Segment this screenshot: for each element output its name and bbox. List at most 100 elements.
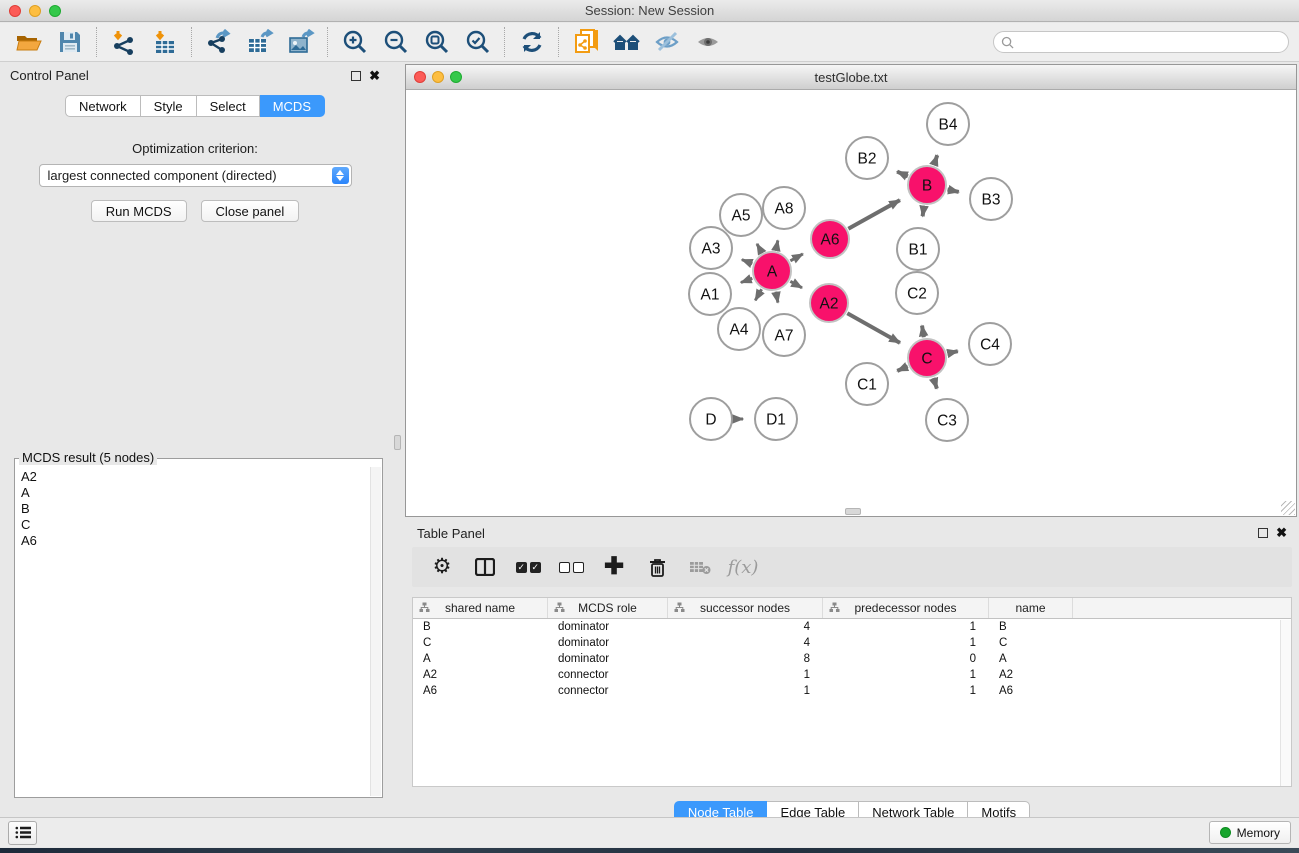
node-D1[interactable]: D1 [755,398,797,440]
edge-A6-B[interactable] [848,200,900,229]
network-graph[interactable]: B4B2BB3A5A8A6B1A3AC2A1A2A4A7CC4C1C3DD1 [406,91,1296,516]
cell-MCDS-role[interactable]: dominator [548,653,668,665]
node-A[interactable]: A [753,252,791,290]
node-A2[interactable]: A2 [810,284,848,322]
edge-C-C3[interactable] [933,378,936,389]
cell-shared-name[interactable]: A2 [413,669,548,681]
create-column-button[interactable]: ✚ [603,556,625,578]
function-builder-button[interactable]: f(x) [732,556,754,578]
export-image-button[interactable] [280,25,321,59]
edge-A-A6[interactable] [790,254,802,261]
search-field[interactable] [993,31,1289,53]
table-settings-button[interactable]: ⚙ [431,556,453,578]
network-window-titlebar[interactable]: testGlobe.txt [406,65,1296,90]
resize-grip-icon[interactable] [1281,501,1295,515]
edge-A-A2[interactable] [790,281,802,288]
cell-successor-nodes[interactable]: 1 [668,669,823,681]
float-table-panel-icon[interactable] [1258,528,1268,538]
cell-MCDS-role[interactable]: connector [548,685,668,697]
cell-shared-name[interactable]: B [413,621,548,633]
show-columns-button[interactable] [474,556,496,578]
vertical-split-divider[interactable] [390,62,405,817]
node-C3[interactable]: C3 [926,399,968,441]
memory-button[interactable]: Memory [1209,821,1291,844]
vertical-split-handle[interactable] [394,435,401,450]
cell-MCDS-role[interactable]: dominator [548,621,668,633]
show-all-button[interactable] [688,25,729,59]
cell-name[interactable]: B [989,621,1073,633]
zoom-fit-button[interactable] [416,25,457,59]
column-header-successor-nodes[interactable]: successor nodes [668,598,823,618]
cell-name[interactable]: A2 [989,669,1073,681]
run-mcds-button[interactable]: Run MCDS [91,200,187,222]
mcds-result-item[interactable]: A [21,485,365,501]
cell-successor-nodes[interactable]: 4 [668,621,823,633]
criterion-dropdown[interactable]: largest connected component (directed) [39,164,352,187]
float-panel-icon[interactable] [351,71,361,81]
node-A5[interactable]: A5 [720,194,762,236]
cell-MCDS-role[interactable]: dominator [548,637,668,649]
edge-A-A3[interactable] [742,260,752,264]
save-session-button[interactable] [49,25,90,59]
import-table-button[interactable] [144,25,185,59]
mcds-result-item[interactable]: A6 [21,533,365,549]
cell-name[interactable]: A6 [989,685,1073,697]
node-A1[interactable]: A1 [689,273,731,315]
refresh-layout-button[interactable] [511,25,552,59]
mcds-result-list[interactable]: A2ABCA6 [16,467,370,796]
close-table-panel-icon[interactable]: ✖ [1276,528,1287,538]
edge-A-A1[interactable] [741,278,752,282]
cell-predecessor-nodes[interactable]: 1 [823,637,989,649]
node-B2[interactable]: B2 [846,137,888,179]
table-row[interactable]: A6connector11A6 [413,683,1291,699]
node-A7[interactable]: A7 [763,314,805,356]
cell-successor-nodes[interactable]: 4 [668,637,823,649]
table-row[interactable]: A2connector11A2 [413,667,1291,683]
tab-network[interactable]: Network [65,95,141,117]
node-B3[interactable]: B3 [970,178,1012,220]
cell-successor-nodes[interactable]: 8 [668,653,823,665]
export-table-button[interactable] [239,25,280,59]
node-D[interactable]: D [690,398,732,440]
cell-predecessor-nodes[interactable]: 0 [823,653,989,665]
unselect-all-columns-button[interactable] [560,556,582,578]
hide-selected-button[interactable] [647,25,688,59]
table-row[interactable]: Cdominator41C [413,635,1291,651]
node-B[interactable]: B [908,166,946,204]
cell-successor-nodes[interactable]: 1 [668,685,823,697]
zoom-selected-button[interactable] [457,25,498,59]
import-network-button[interactable] [103,25,144,59]
cell-predecessor-nodes[interactable]: 1 [823,669,989,681]
edge-B-B2[interactable] [897,172,908,177]
node-B4[interactable]: B4 [927,103,969,145]
edge-A-A7[interactable] [776,292,778,303]
cell-name[interactable]: A [989,653,1073,665]
edge-A-A4[interactable] [755,289,761,300]
zoom-in-button[interactable] [334,25,375,59]
zoom-out-button[interactable] [375,25,416,59]
edge-C-C2[interactable] [922,326,924,338]
horizontal-split-handle[interactable] [845,508,861,515]
search-input[interactable] [1019,35,1288,49]
node-C2[interactable]: C2 [896,272,938,314]
node-B1[interactable]: B1 [897,228,939,270]
edge-C-C1[interactable] [897,366,907,371]
delete-table-button[interactable] [689,556,711,578]
node-C1[interactable]: C1 [846,363,888,405]
mcds-result-item[interactable]: A2 [21,469,365,485]
column-header-name[interactable]: name [989,598,1073,618]
mcds-list-scrollbar[interactable] [370,467,381,796]
open-file-button[interactable] [8,25,49,59]
edge-B-B1[interactable] [923,206,924,217]
delete-columns-button[interactable] [646,556,668,578]
cell-shared-name[interactable]: A [413,653,548,665]
network-canvas[interactable]: B4B2BB3A5A8A6B1A3AC2A1A2A4A7CC4C1C3DD1 [406,91,1296,516]
edge-A-A5[interactable] [757,244,762,253]
cell-name[interactable]: C [989,637,1073,649]
table-row[interactable]: Adominator80A [413,651,1291,667]
table-scrollbar[interactable] [1280,620,1291,786]
column-header-shared-name[interactable]: shared name [413,598,548,618]
node-A4[interactable]: A4 [718,308,760,350]
edge-A2-C[interactable] [847,313,900,343]
edge-C-C4[interactable] [947,351,957,353]
